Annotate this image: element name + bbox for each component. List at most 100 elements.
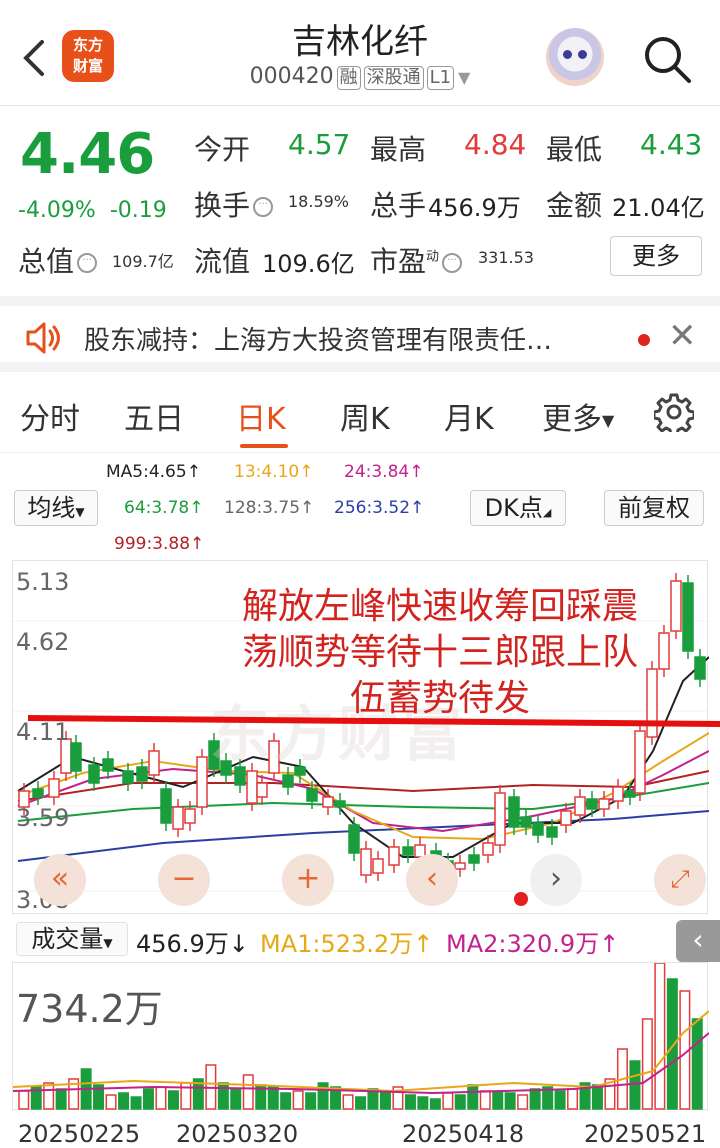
- candle-body: [136, 766, 148, 782]
- candle-body: [102, 758, 114, 772]
- side-panel-toggle[interactable]: ‹: [676, 920, 720, 962]
- volume-bar: [591, 1084, 603, 1110]
- indicator-select[interactable]: 成交量▼: [16, 922, 128, 956]
- caret-down-icon: ▼: [103, 936, 113, 950]
- volume-bar: [417, 1096, 429, 1110]
- volume-bar: [479, 1090, 491, 1110]
- candle-body: [348, 824, 360, 854]
- candle-body: [334, 800, 346, 808]
- candle-body: [494, 792, 506, 846]
- volume-bar: [305, 1092, 317, 1110]
- candle-body: [574, 796, 586, 816]
- volume-bar: [105, 1094, 117, 1110]
- candle-body: [48, 778, 60, 798]
- scroll-right-button[interactable]: ›: [530, 854, 582, 906]
- close-icon[interactable]: ✕: [668, 316, 697, 356]
- candle-body: [246, 770, 258, 804]
- volume-bar: [43, 1082, 55, 1110]
- candle-body: [624, 790, 636, 798]
- settings-button[interactable]: [652, 392, 696, 437]
- volume-bar: [379, 1090, 391, 1110]
- notice-bar[interactable]: 股东减持：上海方大投资管理有限责任… ✕: [0, 296, 720, 372]
- candle-body: [520, 816, 532, 828]
- float-label: 流值: [194, 245, 251, 278]
- info-icon: ···: [77, 253, 98, 273]
- volume-ma1: MA1:523.2万↑: [260, 930, 434, 958]
- corner-icon: ◢: [542, 506, 552, 519]
- stock-name: 吉林化纤: [292, 22, 428, 62]
- scroll-left-button[interactable]: ‹: [406, 854, 458, 906]
- more-button[interactable]: 更多: [610, 236, 702, 276]
- candle-body: [32, 788, 44, 798]
- info-icon: ···: [253, 197, 274, 217]
- scroll-left-fast-button[interactable]: «: [34, 854, 86, 906]
- active-tab-indicator: [240, 444, 288, 448]
- stock-code-line[interactable]: 000420 融深股通 L1 ▼: [0, 64, 720, 90]
- tab-daily-k[interactable]: 日K: [236, 394, 286, 438]
- ma128-value: 128:3.75↑: [224, 498, 315, 518]
- candle-body: [468, 854, 480, 864]
- search-button[interactable]: [640, 32, 694, 86]
- volume-bar: [467, 1084, 479, 1110]
- volume-bar: [355, 1096, 367, 1110]
- volume-bar: [492, 1090, 504, 1110]
- tab-intraday[interactable]: 分时: [20, 394, 80, 438]
- dk-label: DK点: [484, 494, 543, 522]
- mktcap-label[interactable]: 总值 ···: [18, 240, 100, 280]
- assistant-robot-icon[interactable]: [546, 28, 604, 86]
- date-label-2: 20250320: [176, 1120, 299, 1148]
- fullscreen-button[interactable]: ⤢: [654, 854, 706, 906]
- volume-bar: [217, 1082, 229, 1110]
- tab-five-day[interactable]: 五日: [124, 394, 184, 438]
- pe-value: 331.53: [478, 248, 534, 267]
- turnover-label-text: 换手: [194, 189, 251, 222]
- candle-body: [322, 796, 334, 808]
- tab-more[interactable]: 更多▼: [542, 394, 614, 438]
- volume-label: 总手: [370, 189, 427, 222]
- search-icon: [645, 37, 691, 83]
- volume-bar: [691, 1018, 703, 1110]
- turnover-label[interactable]: 换手 ···: [194, 184, 276, 224]
- volume-bar: [167, 1090, 179, 1110]
- dk-button[interactable]: DK点◢: [470, 490, 566, 526]
- high-value: 4.84: [464, 128, 527, 161]
- pe-sup: 动: [426, 249, 440, 265]
- candle-body: [306, 788, 318, 802]
- volume-bar: [18, 1090, 30, 1110]
- tab-weekly-k[interactable]: 周K: [340, 394, 390, 438]
- zoom-out-button[interactable]: −: [158, 854, 210, 906]
- date-label-4: 20250521: [584, 1120, 707, 1148]
- stock-code: 000420: [249, 64, 334, 89]
- mktcap-value: 109.7亿: [112, 252, 174, 271]
- volume-bar: [292, 1090, 304, 1110]
- volume-bar: [567, 1088, 579, 1110]
- tag-margin: 融: [336, 66, 361, 90]
- tab-more-label: 更多: [542, 402, 602, 437]
- adjust-button[interactable]: 前复权: [604, 490, 704, 526]
- unread-dot: [638, 334, 650, 346]
- ma24-value: 24:3.84↑: [344, 462, 424, 482]
- volume-bar: [155, 1086, 167, 1110]
- pe-label-text: 市盈: [370, 245, 427, 278]
- ma-select[interactable]: 均线▼: [14, 490, 98, 526]
- candle-body: [184, 808, 196, 824]
- pe-label[interactable]: 市盈动 ···: [370, 240, 465, 280]
- mktcap-label-text: 总值: [18, 245, 75, 278]
- tag-level: L1: [426, 66, 455, 90]
- ma256-value: 256:3.52↑: [334, 498, 425, 518]
- candle-body: [122, 770, 134, 784]
- candle-body: [148, 750, 160, 776]
- zoom-in-button[interactable]: +: [282, 854, 334, 906]
- caret-down-icon: ▼: [602, 411, 615, 430]
- tab-monthly-k[interactable]: 月K: [444, 394, 494, 438]
- speaker-icon: [22, 318, 62, 358]
- open-value: 4.57: [288, 128, 351, 161]
- candle-body: [196, 756, 208, 808]
- volume-current: 456.9万↓: [136, 930, 249, 958]
- info-icon: ···: [442, 253, 463, 273]
- marker-dot: [514, 892, 528, 906]
- gear-icon: [652, 393, 696, 437]
- candle-body: [586, 798, 598, 810]
- annotation-line-2: 荡顺势等待十三郎跟上队: [241, 632, 638, 673]
- annotation-line-1: 解放左峰快速收筹回踩震: [241, 586, 638, 627]
